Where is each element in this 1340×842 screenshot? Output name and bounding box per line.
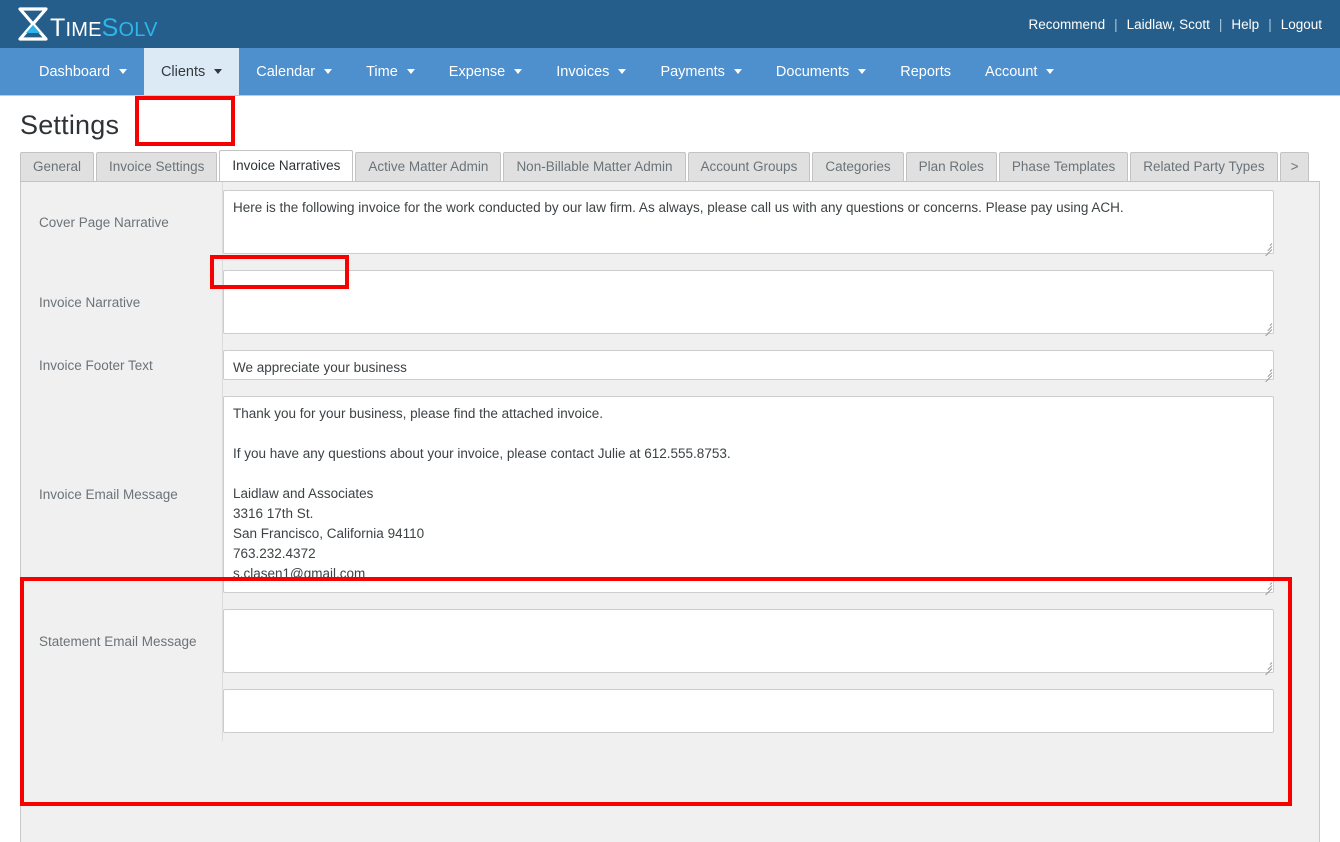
tab-categories[interactable]: Categories [812, 152, 903, 181]
tab-invoice-narratives[interactable]: Invoice Narratives [219, 150, 353, 181]
logout-link[interactable]: Logout [1281, 17, 1322, 32]
tab-label: Related Party Types [1143, 159, 1264, 174]
chevron-down-icon [407, 69, 415, 74]
invoice-narratives-panel: Cover Page Narrative Here is the followi… [20, 182, 1320, 842]
chevron-down-icon [119, 69, 127, 74]
page-title: Settings [20, 110, 1320, 141]
tab-label: Categories [825, 159, 890, 174]
nav-label: Expense [449, 64, 505, 80]
nav-item-expense[interactable]: Expense [432, 48, 539, 95]
nav-label: Dashboard [39, 64, 110, 80]
nav-label: Payments [660, 64, 724, 80]
invoice-email-message-input[interactable]: Thank you for your business, please find… [223, 396, 1274, 593]
tab-label: Account Groups [701, 159, 798, 174]
chevron-down-icon [734, 69, 742, 74]
nav-item-dashboard[interactable]: Dashboard [22, 48, 144, 95]
nav-item-documents[interactable]: Documents [759, 48, 883, 95]
tab-invoice-settings[interactable]: Invoice Settings [96, 152, 217, 181]
tab-overflow-next[interactable]: > [1280, 152, 1310, 181]
field-label: Invoice Email Message [21, 388, 223, 601]
nav-label: Clients [161, 64, 205, 80]
statement-email-message-input[interactable] [223, 609, 1274, 673]
tab-label: Invoice Settings [109, 159, 204, 174]
nav-item-reports[interactable]: Reports [883, 48, 968, 95]
chevron-down-icon [324, 69, 332, 74]
header-separator: | [1219, 17, 1223, 32]
nav-item-time[interactable]: Time [349, 48, 432, 95]
nav-label: Documents [776, 64, 849, 80]
hourglass-icon [18, 7, 48, 41]
partial-field-input[interactable] [223, 689, 1274, 733]
tab-label: Plan Roles [919, 159, 984, 174]
tab-label: Active Matter Admin [368, 159, 488, 174]
tab-label: Invoice Narratives [232, 158, 340, 173]
tab-plan-roles[interactable]: Plan Roles [906, 152, 997, 181]
recommend-link[interactable]: Recommend [1029, 17, 1106, 32]
tab-non-billable-matter-admin[interactable]: Non-Billable Matter Admin [503, 152, 685, 181]
nav-label: Time [366, 64, 398, 80]
field-label: Invoice Narrative [21, 262, 223, 342]
form-row-invoice-email-message: Invoice Email Message Thank you for your… [21, 388, 1319, 601]
nav-item-invoices[interactable]: Invoices [539, 48, 643, 95]
tab-label: General [33, 159, 81, 174]
header-links: Recommend | Laidlaw, Scott | Help | Logo… [1029, 17, 1322, 32]
field-label: Statement Email Message [21, 601, 223, 681]
invoice-narrative-input[interactable] [223, 270, 1274, 334]
nav-item-calendar[interactable]: Calendar [239, 48, 349, 95]
header-separator: | [1268, 17, 1272, 32]
user-account-link[interactable]: Laidlaw, Scott [1127, 17, 1210, 32]
settings-tab-bar: General Invoice Settings Invoice Narrati… [20, 151, 1320, 182]
top-header: TTIMEIMESOLV Recommend | Laidlaw, Scott … [0, 0, 1340, 48]
form-row-statement-email-message: Statement Email Message [21, 601, 1319, 681]
cover-page-narrative-input[interactable]: Here is the following invoice for the wo… [223, 190, 1274, 254]
chevron-down-icon [618, 69, 626, 74]
chevron-down-icon [1046, 69, 1054, 74]
nav-item-account[interactable]: Account [968, 48, 1071, 95]
page-container: Settings General Invoice Settings Invoic… [0, 110, 1340, 842]
field-label [21, 681, 223, 741]
nav-label: Invoices [556, 64, 609, 80]
tab-account-groups[interactable]: Account Groups [688, 152, 811, 181]
tab-label: Non-Billable Matter Admin [516, 159, 672, 174]
field-label: Cover Page Narrative [21, 182, 223, 262]
nav-item-payments[interactable]: Payments [643, 48, 758, 95]
logo-wordmark: TTIMEIMESOLV [50, 16, 158, 41]
tab-active-matter-admin[interactable]: Active Matter Admin [355, 152, 501, 181]
tab-phase-templates[interactable]: Phase Templates [999, 152, 1128, 181]
form-row-invoice-footer-text: Invoice Footer Text We appreciate your b… [21, 342, 1319, 388]
tab-label: Phase Templates [1012, 159, 1115, 174]
nav-item-clients[interactable]: Clients [144, 48, 239, 95]
form-row-invoice-narrative: Invoice Narrative [21, 262, 1319, 342]
main-navigation: Dashboard Clients Calendar Time Expense … [0, 48, 1340, 96]
nav-label: Reports [900, 64, 951, 80]
nav-label: Calendar [256, 64, 315, 80]
chevron-down-icon [858, 69, 866, 74]
chevron-right-icon: > [1291, 159, 1299, 174]
tab-related-party-types[interactable]: Related Party Types [1130, 152, 1277, 181]
chevron-down-icon [514, 69, 522, 74]
field-label: Invoice Footer Text [21, 342, 223, 388]
invoice-footer-text-input[interactable]: We appreciate your business [223, 350, 1274, 380]
chevron-down-icon [214, 69, 222, 74]
app-logo[interactable]: TTIMEIMESOLV [18, 7, 158, 41]
help-link[interactable]: Help [1231, 17, 1259, 32]
header-separator: | [1114, 17, 1118, 32]
form-row-partial [21, 681, 1319, 741]
tab-general[interactable]: General [20, 152, 94, 181]
nav-label: Account [985, 64, 1037, 80]
form-row-cover-page-narrative: Cover Page Narrative Here is the followi… [21, 182, 1319, 262]
